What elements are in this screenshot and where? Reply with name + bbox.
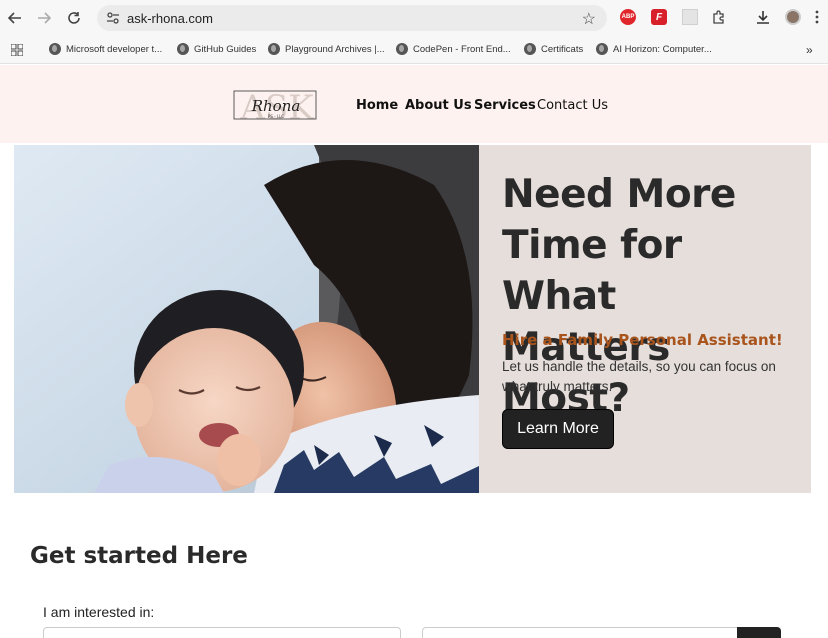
- interest-select[interactable]: [43, 627, 401, 638]
- browser-toolbar: ask-rhona.com ☆ ABP F: [0, 0, 828, 36]
- bookmark-item[interactable]: CodePen - Front End...: [396, 43, 511, 55]
- site-info-icon[interactable]: [106, 11, 120, 30]
- field-action-button[interactable]: [737, 627, 781, 638]
- hero-photo-mother-and-baby: [14, 145, 479, 493]
- profile-avatar[interactable]: [785, 9, 801, 25]
- nav-contact-us[interactable]: Contact Us: [537, 98, 608, 113]
- address-bar[interactable]: ask-rhona.com ☆: [97, 5, 607, 31]
- globe-icon: [268, 43, 280, 55]
- hero-subtitle: Hire a Family Personal Assistant!: [502, 331, 783, 349]
- second-field[interactable]: [422, 627, 742, 638]
- hero-banner: Need More Time for What Matters Most? Hi…: [14, 145, 811, 493]
- site-header: ASK Rhona PS - LLC Home About Us Service…: [0, 65, 828, 143]
- bookmark-item[interactable]: AI Horizon: Computer...: [596, 43, 712, 55]
- reload-icon[interactable]: [64, 8, 84, 28]
- flash-extension-icon[interactable]: F: [651, 9, 667, 25]
- section-title: Get started Here: [30, 543, 248, 569]
- bookmark-item[interactable]: Certificats: [524, 43, 583, 55]
- extensions-puzzle-icon[interactable]: [711, 9, 727, 25]
- url-text: ask-rhona.com: [127, 11, 213, 26]
- browser-menu-icon[interactable]: [814, 9, 820, 25]
- nav-services[interactable]: Services: [474, 98, 536, 113]
- globe-icon: [524, 43, 536, 55]
- globe-icon: [49, 43, 61, 55]
- download-icon[interactable]: [755, 9, 771, 25]
- blank-extension-icon[interactable]: [682, 9, 698, 25]
- globe-icon: [596, 43, 608, 55]
- nav-home[interactable]: Home: [356, 98, 398, 113]
- forward-icon[interactable]: [34, 8, 54, 28]
- logo-small-text: PS - LLC: [268, 114, 284, 119]
- hero-description: Let us handle the details, so you can fo…: [502, 359, 776, 394]
- bookmark-star-icon[interactable]: ☆: [582, 9, 596, 29]
- site-logo[interactable]: ASK Rhona PS - LLC: [232, 85, 322, 128]
- nav-about-us[interactable]: About Us: [405, 98, 472, 113]
- apps-grid-icon[interactable]: [10, 43, 24, 61]
- bookmarks-bar: Microsoft developer t... GitHub Guides P…: [0, 36, 828, 64]
- bookmark-item[interactable]: Microsoft developer t...: [49, 43, 162, 55]
- logo-script-text: Rhona: [251, 97, 301, 115]
- globe-icon: [177, 43, 189, 55]
- adblock-extension-icon[interactable]: ABP: [620, 9, 636, 25]
- learn-more-button[interactable]: Learn More: [502, 409, 614, 449]
- globe-icon: [396, 43, 408, 55]
- bookmark-item[interactable]: GitHub Guides: [177, 43, 256, 55]
- bookmark-item[interactable]: Playground Archives |...: [268, 43, 385, 55]
- interest-label: I am interested in:: [43, 604, 155, 620]
- get-started-section: Get started Here I am interested in:: [14, 493, 811, 638]
- more-bookmarks-icon[interactable]: »: [806, 43, 813, 57]
- back-icon[interactable]: [5, 8, 25, 28]
